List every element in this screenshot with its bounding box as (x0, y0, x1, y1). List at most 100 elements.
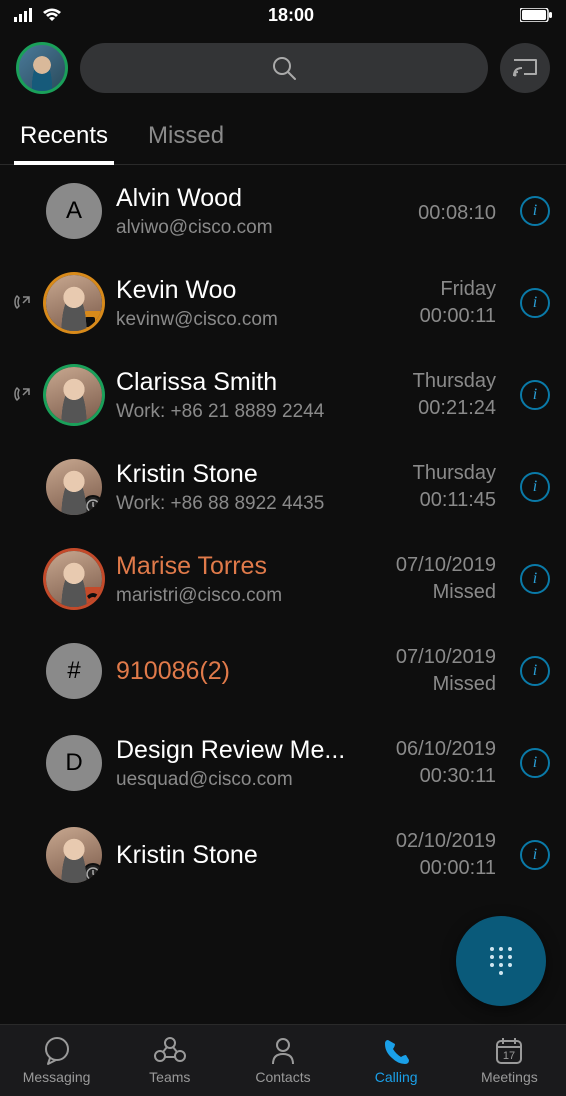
call-meta-duration: 00:11:45 (376, 489, 496, 512)
contact-name: Kevin Woo (116, 276, 362, 305)
call-meta-date: 02/10/2019 (376, 830, 496, 853)
clock-badge-icon (82, 495, 102, 515)
svg-text:17: 17 (503, 1050, 515, 1062)
video-badge-icon (82, 311, 102, 331)
battery-icon (520, 8, 552, 22)
call-row[interactable]: Kevin Woo kevinw@cisco.com Friday00:00:11 i (0, 257, 566, 349)
call-row[interactable]: #910086(2) 07/10/2019 Missed i (0, 625, 566, 717)
call-info-button[interactable]: i (520, 196, 550, 226)
call-info-button[interactable]: i (520, 472, 550, 502)
contact-sub: maristri@cisco.com (116, 585, 362, 607)
wifi-icon (42, 8, 62, 22)
cast-icon (512, 58, 538, 78)
profile-avatar[interactable] (16, 42, 68, 94)
contact-avatar: A (46, 183, 102, 239)
chat-icon (42, 1036, 72, 1066)
contact-avatar: D (46, 735, 102, 791)
contact-sub: kevinw@cisco.com (116, 309, 362, 331)
call-meta-date: 07/10/2019 (376, 646, 496, 669)
call-row[interactable]: Clarissa Smith Work: +86 21 8889 2244 Thur… (0, 349, 566, 441)
contact-name: 910086(2) (116, 657, 362, 686)
call-info: Alvin Woodalviwo@cisco.com (116, 184, 362, 239)
call-info-button[interactable]: i (520, 656, 550, 686)
call-meta: Friday00:00:11 (376, 278, 496, 328)
contact-sub: alviwo@cisco.com (116, 217, 362, 239)
nav-item-messaging[interactable]: Messaging (0, 1036, 113, 1085)
call-info: Kristin Stone (116, 841, 362, 870)
call-meta: 06/10/2019 00:30:11 (376, 738, 496, 788)
tab-missed[interactable]: Missed (148, 122, 224, 164)
nav-item-meetings[interactable]: 17 Meetings (453, 1036, 566, 1085)
contact-sub: uesquad@cisco.com (116, 769, 362, 791)
call-meta-duration: 00:30:11 (376, 765, 496, 788)
call-meta: 07/10/2019 Missed (376, 554, 496, 604)
call-meta-date: 07/10/2019 (376, 554, 496, 577)
header (0, 30, 566, 104)
call-list: AAlvin Woodalviwo@cisco.com00:08:10iKevi… (0, 165, 566, 1024)
call-info-button[interactable]: i (520, 840, 550, 870)
call-info-button[interactable]: i (520, 288, 550, 318)
contact-avatar (46, 275, 102, 331)
tabs: Recents Missed (0, 104, 566, 165)
contact-name: Marise Torres (116, 552, 362, 581)
dialpad-fab[interactable] (456, 916, 546, 1006)
search-input[interactable] (80, 43, 488, 93)
call-info: Design Review Me... uesquad@cisco.com (116, 736, 362, 791)
call-meta: Thursday 00:11:45 (376, 462, 496, 512)
call-info-button[interactable]: i (520, 380, 550, 410)
call-row[interactable]: D Design Review Me... uesquad@cisco.com 06/… (0, 717, 566, 809)
search-icon (271, 55, 297, 81)
contact-avatar: # (46, 643, 102, 699)
bottom-nav: Messaging Teams Contacts Calling 17 Meetings (0, 1024, 566, 1096)
call-info: Kevin Woo kevinw@cisco.com (116, 276, 362, 331)
call-meta: 00:08:10 (376, 198, 496, 225)
call-meta-duration: 00:00:11 (376, 305, 496, 328)
contact-sub: Work: +86 88 8922 4435 (116, 493, 362, 515)
call-meta-duration: Missed (376, 673, 496, 696)
contact-name: Kristin Stone (116, 460, 362, 489)
call-row[interactable]: Kristin Stone Work: +86 88 8922 4435 Thurs… (0, 441, 566, 533)
calendar-icon: 17 (494, 1036, 524, 1066)
cast-button[interactable] (500, 43, 550, 93)
call-direction-icon (12, 385, 32, 405)
call-meta-duration: Missed (376, 581, 496, 604)
phone-icon (382, 1036, 410, 1066)
clock-text: 18:00 (268, 5, 314, 26)
contact-avatar (46, 551, 102, 607)
contact-icon (270, 1036, 296, 1066)
contact-name: Clarissa Smith (116, 368, 362, 397)
call-meta: 07/10/2019 Missed (376, 646, 496, 696)
call-info: 910086(2) (116, 657, 362, 686)
nav-label: Meetings (481, 1069, 538, 1085)
nav-item-calling[interactable]: Calling (340, 1036, 453, 1085)
call-info-button[interactable]: i (520, 748, 550, 778)
call-direction-icon (12, 293, 32, 313)
call-meta-duration: 00:21:24 (376, 397, 496, 420)
call-info-button[interactable]: i (520, 564, 550, 594)
teams-icon (154, 1036, 186, 1066)
call-row[interactable]: A Alvin Woodalviwo@cisco.com 00:08:10 i (0, 165, 566, 257)
nav-item-contacts[interactable]: Contacts (226, 1036, 339, 1085)
call-info: Marise Torres maristri@cisco.com (116, 552, 362, 607)
nav-label: Teams (149, 1069, 190, 1085)
call-meta: Thursday00:21:24 (376, 370, 496, 420)
contact-sub: Work: +86 21 8889 2244 (116, 401, 362, 423)
missed-badge-icon (82, 587, 102, 607)
call-meta-duration: 00:08:10 (376, 202, 496, 225)
call-meta-duration: 00:00:11 (376, 857, 496, 880)
tab-recents[interactable]: Recents (20, 122, 108, 164)
status-bar: 18:00 (0, 0, 566, 30)
contact-name: Kristin Stone (116, 841, 362, 870)
nav-label: Messaging (23, 1069, 91, 1085)
call-info: Kristin Stone Work: +86 88 8922 4435 (116, 460, 362, 515)
call-meta-date: Thursday (376, 462, 496, 485)
call-row[interactable]: Kristin Stone 02/10/2019 00:00:11 i (0, 809, 566, 901)
call-info: Clarissa Smith Work: +86 21 8889 2244 (116, 368, 362, 423)
nav-item-teams[interactable]: Teams (113, 1036, 226, 1085)
call-meta-date: 06/10/2019 (376, 738, 496, 761)
contact-name: Design Review Me... (116, 736, 362, 765)
call-row[interactable]: Marise Torres maristri@cisco.com 07/10/201… (0, 533, 566, 625)
nav-label: Calling (375, 1069, 418, 1085)
call-meta: 02/10/2019 00:00:11 (376, 830, 496, 880)
clock-badge-icon (82, 863, 102, 883)
